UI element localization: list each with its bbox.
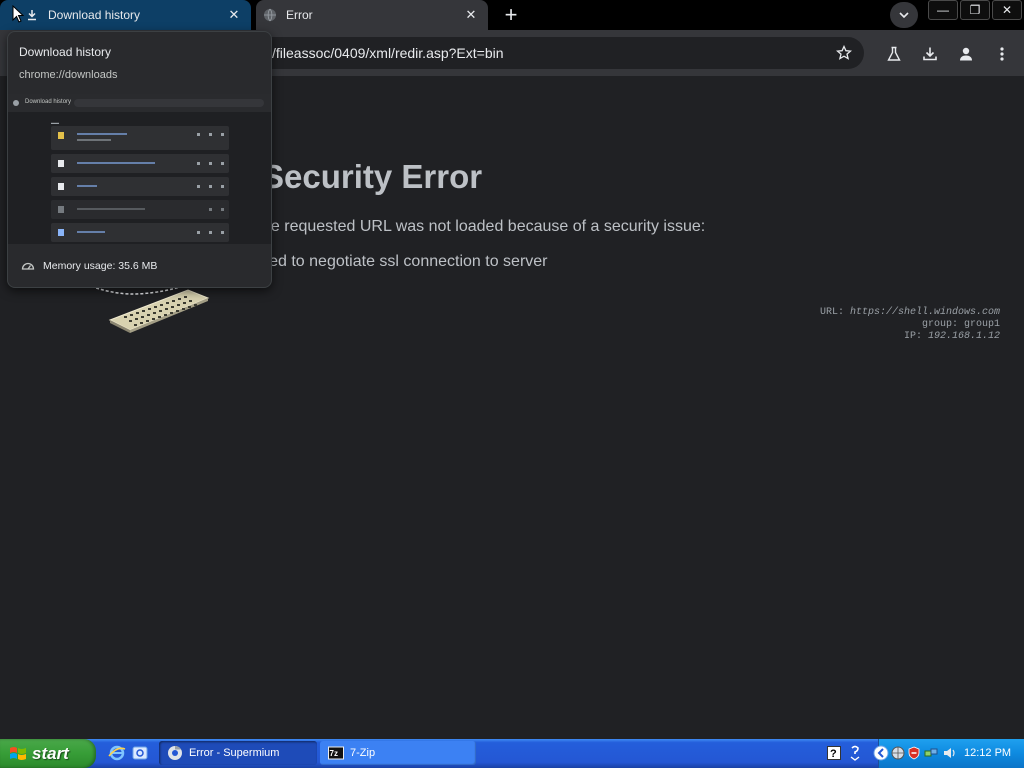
close-button[interactable]: ✕ xyxy=(992,0,1022,20)
volume-icon[interactable] xyxy=(943,746,957,760)
taskbar-clock: 12:12 PM xyxy=(964,747,1012,759)
preview-section-label: ▬▬ xyxy=(51,120,59,125)
supermium-icon xyxy=(168,746,182,760)
labs-flask-icon[interactable] xyxy=(883,43,905,65)
mouse-pointer-icon xyxy=(12,5,24,23)
menu-kebab-icon[interactable] xyxy=(991,43,1013,65)
window-controls: — ❐ ✕ xyxy=(928,0,1024,20)
taskbar-item-7zip[interactable]: 7z 7-Zip xyxy=(320,741,476,765)
internet-explorer-icon[interactable] xyxy=(108,744,126,762)
taskbar: start Error - Supermium 7z 7-Zip ? 12:12… xyxy=(0,739,1024,768)
meta-ip-value: 192.168.1.12 xyxy=(927,331,1000,342)
hover-card-footer: Memory usage: 35.6 MB xyxy=(8,244,271,287)
address-url[interactable]: /fileassoc/0409/xml/redir.asp?Ext=bin xyxy=(272,45,504,61)
network-globe-icon[interactable] xyxy=(891,746,905,760)
quick-launch-icon[interactable] xyxy=(131,744,149,762)
memory-usage: Memory usage: 35.6 MB xyxy=(43,260,158,272)
chevron-down-icon xyxy=(899,12,909,18)
file-icon xyxy=(58,229,64,236)
folder-icon xyxy=(58,132,64,139)
globe-icon xyxy=(262,7,278,23)
network-status-icon[interactable] xyxy=(924,746,938,760)
meta-url-value: https://shell.windows.com xyxy=(849,307,1000,318)
downloads-icon[interactable] xyxy=(919,43,941,65)
tray-expand-icon[interactable] xyxy=(873,745,889,761)
profile-icon[interactable] xyxy=(955,43,977,65)
tab-close-icon[interactable]: ✕ xyxy=(225,6,243,24)
start-button[interactable]: start xyxy=(0,739,96,768)
svg-text:?: ? xyxy=(830,748,837,760)
preview-header: Download history xyxy=(8,94,271,112)
meta-ip-label: IP: xyxy=(903,331,922,342)
file-icon xyxy=(58,183,64,190)
hover-card-title: Download history xyxy=(19,45,112,59)
svg-text:7z: 7z xyxy=(330,749,338,758)
tab-label: Error xyxy=(286,8,313,22)
hover-card-preview: Download history ▬▬ xyxy=(8,94,271,244)
memory-gauge-icon xyxy=(21,262,35,270)
preview-download-item xyxy=(51,126,229,150)
windows-flag-icon xyxy=(10,746,26,760)
minimize-button[interactable]: — xyxy=(928,0,958,20)
tab-strip: Download history ✕ Error ✕ + — ❐ ✕ xyxy=(0,0,1024,30)
preview-logo-icon xyxy=(13,100,19,106)
preview-download-item xyxy=(51,177,229,196)
error-description: he requested URL was not loaded because … xyxy=(262,218,706,235)
language-bar-icon[interactable] xyxy=(849,745,861,761)
taskbar-item-supermium[interactable]: Error - Supermium xyxy=(159,741,317,765)
tab-download-history[interactable]: Download history ✕ xyxy=(0,0,251,30)
file-icon xyxy=(58,160,64,167)
meta-url-label: URL: xyxy=(819,307,844,318)
file-icon xyxy=(58,206,64,213)
preview-download-item xyxy=(51,154,229,173)
tab-search-button[interactable] xyxy=(890,2,918,28)
tab-label: Download history xyxy=(48,8,141,22)
taskbar-item-label: 7-Zip xyxy=(350,747,376,759)
tab-close-icon[interactable]: ✕ xyxy=(462,6,480,24)
7zip-icon: 7z xyxy=(328,746,344,760)
preview-download-item xyxy=(51,200,229,219)
error-title: Security Error xyxy=(262,158,483,195)
preview-search-bar xyxy=(74,99,264,107)
meta-group-label: group: xyxy=(921,319,958,330)
restore-button[interactable]: ❐ xyxy=(960,0,990,20)
start-label: start xyxy=(32,743,69,763)
tab-error[interactable]: Error ✕ xyxy=(256,0,488,30)
hover-card-url: chrome://downloads xyxy=(19,69,118,81)
bookmark-star-icon[interactable] xyxy=(834,43,854,63)
new-tab-button[interactable]: + xyxy=(498,2,524,27)
meta-group-value: group1 xyxy=(963,319,1000,330)
tab-hover-card: Download history chrome://downloads Down… xyxy=(7,31,272,288)
security-shield-icon[interactable] xyxy=(907,746,921,760)
download-icon xyxy=(24,7,40,23)
preview-download-item xyxy=(51,223,229,242)
help-icon[interactable]: ? xyxy=(827,746,841,760)
preview-title: Download history xyxy=(25,99,72,105)
taskbar-item-label: Error - Supermium xyxy=(189,747,280,759)
error-detail: iled to negotiate ssl connection to serv… xyxy=(262,253,548,270)
error-meta: URL: https://shell.windows.com group: gr… xyxy=(820,307,1000,343)
